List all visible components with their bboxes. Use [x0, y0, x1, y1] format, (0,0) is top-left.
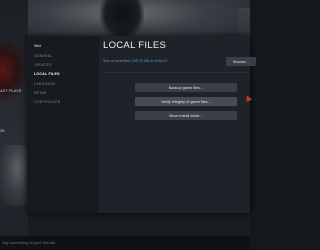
- divider: [103, 72, 250, 73]
- sidebar-item-updates[interactable]: UPDATES: [34, 63, 52, 67]
- verify-integrity-button[interactable]: Verify integrity of game files...: [135, 97, 237, 106]
- page-title: LOCAL FILES: [103, 40, 167, 51]
- move-install-folder-button[interactable]: Move install folder...: [135, 111, 237, 120]
- library-left-panel: [0, 0, 28, 250]
- hero-figure-art: [100, 0, 144, 40]
- left-panel-text: 35: [0, 128, 5, 133]
- local-files-panel: LOCAL FILES Size of local files: 109.75 …: [99, 36, 256, 213]
- mouse-cursor-icon: [244, 94, 252, 102]
- properties-dialog: Wild GENERAL UPDATES LOCAL FILES LANGUAG…: [27, 36, 256, 213]
- sidebar-item-local-files[interactable]: LOCAL FILES: [34, 72, 60, 76]
- last-played-label: AST PLAYE: [0, 88, 22, 93]
- size-value: 109.75 GB on Drive D:: [131, 59, 168, 63]
- sidebar-item-betas[interactable]: BETAS: [34, 91, 47, 95]
- sidebar-item-language[interactable]: LANGUAGE: [34, 82, 56, 86]
- sidebar-item-general[interactable]: GENERAL: [34, 54, 53, 58]
- size-label: Size of local files:: [103, 59, 131, 63]
- local-files-size: Size of local files: 109.75 GB on Drive …: [103, 59, 168, 63]
- game-title: Wild: [34, 44, 41, 48]
- backup-game-files-button[interactable]: Backup game files...: [135, 83, 237, 92]
- chat-input[interactable]: Say something to your friends...: [2, 240, 58, 245]
- browse-button[interactable]: Browse...: [226, 57, 256, 66]
- sidebar-item-controller[interactable]: CONTROLLER: [34, 100, 61, 104]
- properties-sidebar: Wild GENERAL UPDATES LOCAL FILES LANGUAG…: [27, 36, 99, 213]
- game-thumbnail[interactable]: [0, 145, 28, 205]
